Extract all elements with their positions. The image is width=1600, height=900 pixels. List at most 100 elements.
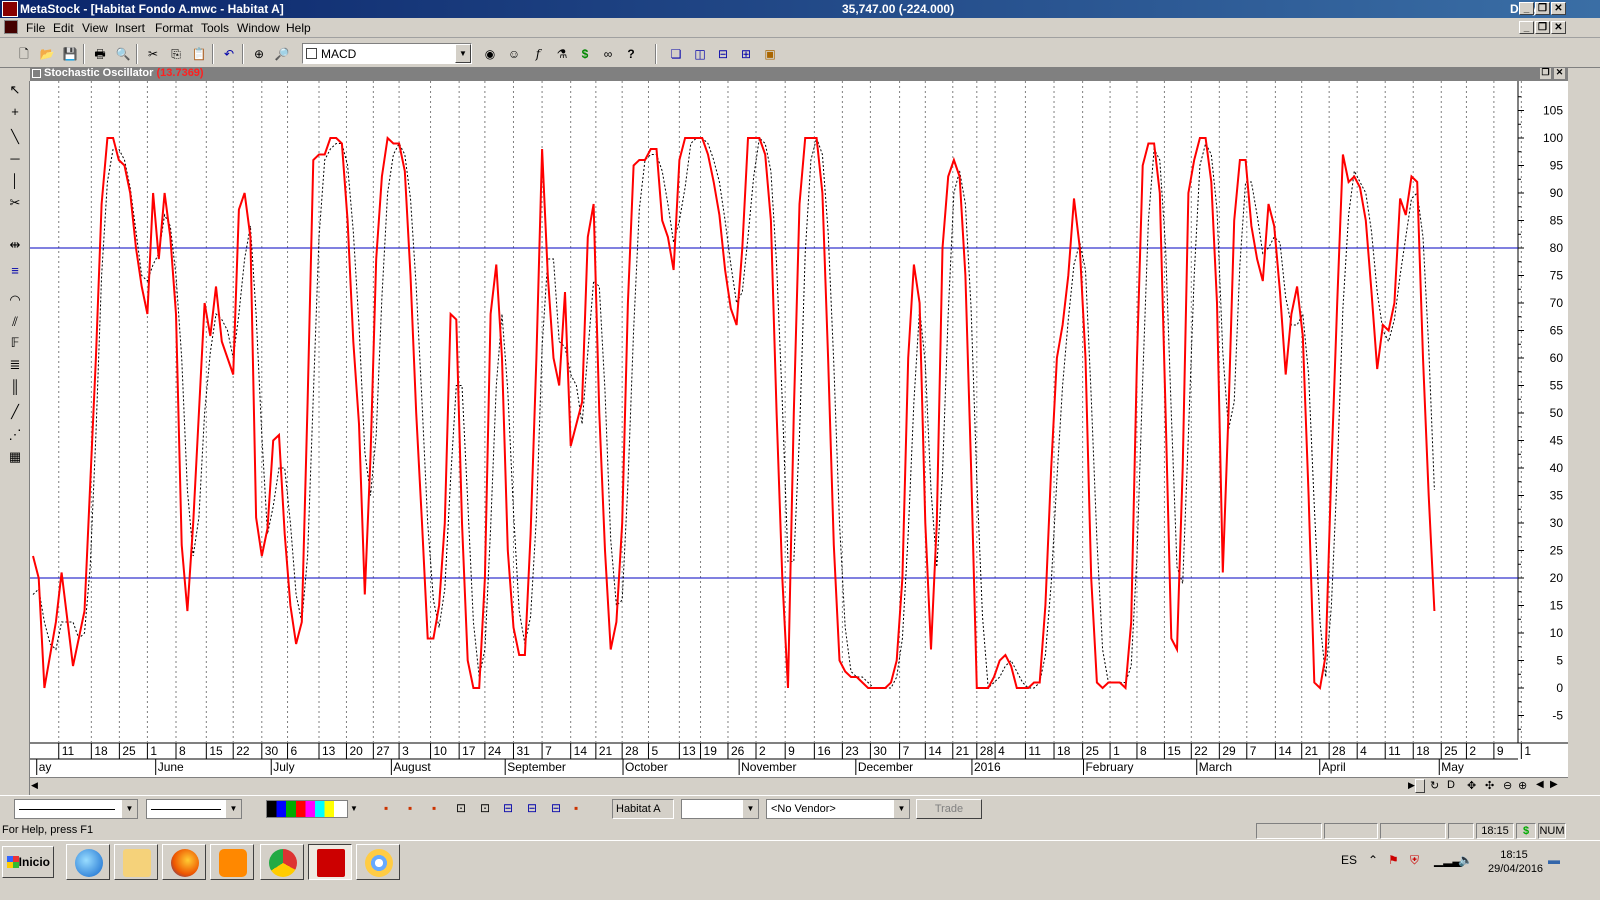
expert-icon[interactable]: ☺ [504,44,524,64]
trendline-icon[interactable]: ╲ [5,128,25,146]
metastock-icon[interactable] [308,844,352,880]
explorer-folder-icon[interactable] [114,844,158,880]
language-indicator[interactable]: ES [1341,853,1357,867]
explorer-icon[interactable]: ◉ [480,44,500,64]
horizontal-line-icon[interactable]: ─ [5,150,25,168]
next-icon[interactable]: ▶ [1550,779,1558,790]
save-icon[interactable]: 💾 [60,44,80,64]
taskbar-clock[interactable]: 18:15 29/04/2016 [1488,848,1543,876]
minimize-icon[interactable]: _ [1519,2,1534,15]
menu-help[interactable]: Help [286,21,311,35]
child-restore-icon[interactable]: ❐ [1535,21,1550,34]
chevron-down-icon[interactable]: ▼ [350,804,358,813]
restore-icon[interactable]: ❐ [1540,68,1551,79]
chevron-down-icon[interactable]: ▼ [226,800,241,818]
window-menu-icon[interactable] [32,69,41,78]
menu-window[interactable]: Window [237,21,280,35]
periodicity-combo[interactable]: ▼ [681,799,759,819]
zoom-in-icon[interactable]: ⊕ [1518,779,1527,792]
refresh-icon[interactable]: ↻ [1430,779,1439,792]
time-zones-icon[interactable]: ║ [5,378,25,396]
menu-view[interactable]: View [82,21,108,35]
system-tester-icon[interactable]: ⚗ [552,44,572,64]
window-icon[interactable]: ⊟ [503,801,513,815]
tile-horizontal-icon[interactable]: ⊟ [713,44,733,64]
open-icon[interactable]: 📂 [37,44,57,64]
line-icon[interactable]: ╱ [5,403,25,421]
layout-icon[interactable]: ▣ [760,44,780,64]
style-icon[interactable]: ▪ [432,801,436,815]
menu-file[interactable]: File [26,21,45,35]
style-icon[interactable]: ▪ [384,801,388,815]
close-icon[interactable]: ✕ [1554,68,1565,79]
dollar-icon[interactable]: $ [575,44,595,64]
chrome-icon[interactable] [260,844,304,880]
tile-icon[interactable]: ⊞ [736,44,756,64]
vertical-line-icon[interactable]: │ [5,172,25,190]
copy-icon[interactable]: ⎘ [166,44,186,64]
menu-tools[interactable]: Tools [201,21,229,35]
ie-icon[interactable] [66,844,110,880]
vendor-combo[interactable]: <No Vendor> ▼ [766,799,910,819]
function-icon[interactable]: f [528,44,548,64]
move-icon[interactable]: ✥ [1467,779,1476,792]
scroll-thumb[interactable] [1415,779,1425,793]
text-icon[interactable]: ⊡ [456,801,466,815]
show-desktop-icon[interactable]: ▬ [1548,853,1560,867]
color-palette[interactable] [266,800,348,818]
scroll-right-icon[interactable]: ▶ [1408,780,1415,791]
tray-expand-icon[interactable]: ⌃ [1368,853,1378,867]
fibonacci-icon[interactable]: 𝔽 [5,334,25,352]
scroll-left-icon[interactable]: ◀ [31,780,38,791]
document-icon[interactable] [4,20,18,34]
media-player-icon[interactable] [210,844,254,880]
metastock-app-icon[interactable] [2,1,18,17]
cut-icon[interactable]: ✂ [143,44,163,64]
channel-icon[interactable]: ≡ [5,262,25,280]
cascade-icon[interactable]: ❏ [666,44,686,64]
pointer-icon[interactable]: ↖ [5,81,25,99]
paste-icon[interactable]: 📋 [189,44,209,64]
tray-network-alert-icon[interactable]: ⚑ [1388,853,1399,867]
zoom-icon[interactable]: 🔎 [272,44,292,64]
line-width-combo[interactable]: ▼ [146,799,242,819]
cycle-icon[interactable]: ✂ [5,194,25,212]
style-icon[interactable]: ▪ [574,801,578,815]
periodicity-icon[interactable]: D [1447,779,1455,791]
chevron-down-icon[interactable]: ▼ [122,800,137,818]
trade-button[interactable]: Trade [916,799,982,819]
grid-icon[interactable]: ▦ [5,448,25,466]
arc-icon[interactable]: ◠ [5,291,25,309]
restore-icon[interactable]: ❐ [1535,2,1550,15]
window-icon[interactable]: ⊟ [551,801,561,815]
new-icon[interactable]: 🗋 [14,44,34,64]
child-minimize-icon[interactable]: _ [1519,21,1534,34]
firefox-icon[interactable] [162,844,206,880]
line-style-combo[interactable]: ▼ [14,799,138,819]
pan-icon[interactable]: ✣ [1485,779,1494,792]
close-icon[interactable]: ✕ [1551,2,1566,15]
undo-icon[interactable]: ↶ [219,44,239,64]
menu-edit[interactable]: Edit [53,21,74,35]
help-pointer-icon[interactable]: ? [621,44,641,64]
gann-fan-icon[interactable]: ⋰ [5,426,25,444]
paint-icon[interactable] [356,844,400,880]
child-close-icon[interactable]: ✕ [1551,21,1566,34]
binoculars-icon[interactable]: ∞ [598,44,618,64]
print-preview-icon[interactable]: 🔍 [113,44,133,64]
chevron-down-icon[interactable]: ▼ [894,800,909,818]
prev-icon[interactable]: ◀ [1536,779,1544,790]
horizontal-scrollbar[interactable]: ◀ ▶ ↻ D ✥ ✣ ⊖ ⊕ ◀ ▶ [30,777,1568,794]
print-icon[interactable]: 🖶 [90,44,110,64]
stochastic-chart[interactable]: 1051009590858075706560555045403530252015… [30,81,1568,777]
chevron-down-icon[interactable]: ▼ [455,44,471,63]
start-button[interactable]: Inicio [2,846,54,878]
menu-format[interactable]: Format [155,21,193,35]
fan-icon[interactable]: ⫽ [5,313,25,331]
style-icon[interactable]: ▪ [408,801,412,815]
text-icon[interactable]: ⊡ [480,801,490,815]
zoom-out-icon[interactable]: ⊖ [1503,779,1512,792]
tray-volume-icon[interactable]: 🔈 [1458,853,1473,867]
window-icon[interactable]: ⊟ [527,801,537,815]
crosshair-icon[interactable]: ⊕ [249,44,269,64]
